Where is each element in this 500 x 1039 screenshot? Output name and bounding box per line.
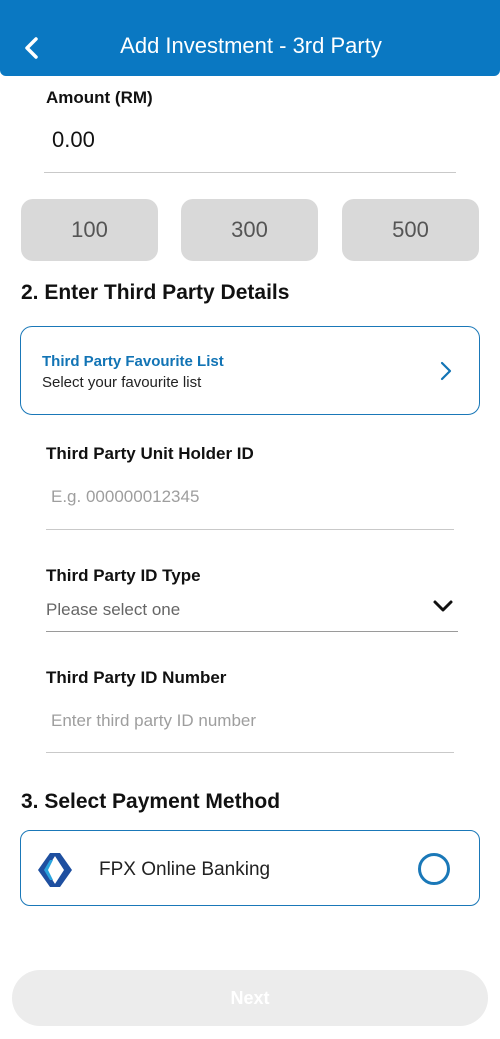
amount-input[interactable]: 0.00 — [52, 127, 95, 153]
unit-holder-label: Third Party Unit Holder ID — [46, 444, 254, 463]
next-button[interactable]: Next — [12, 970, 488, 1026]
payment-method-fpx[interactable]: FPX Online Banking — [20, 830, 480, 906]
unit-holder-input[interactable]: E.g. 000000012345 — [51, 487, 199, 507]
chevron-down-icon[interactable] — [431, 594, 455, 618]
chevron-right-icon — [440, 361, 452, 381]
unit-holder-underline — [46, 529, 454, 530]
quick-amount-100-button[interactable]: 100 — [21, 199, 158, 261]
id-number-label: Third Party ID Number — [46, 668, 227, 687]
amount-label: Amount (RM) — [46, 88, 153, 107]
id-type-label: Third Party ID Type — [46, 566, 201, 585]
payment-method-label: FPX Online Banking — [99, 859, 271, 880]
favourite-list-subtitle: Select your favourite list — [42, 374, 202, 391]
page-title: Add Investment - 3rd Party — [120, 33, 382, 58]
quick-amount-500-button[interactable]: 500 — [342, 199, 479, 261]
id-number-underline — [46, 752, 454, 753]
payment-method-radio[interactable] — [418, 853, 450, 885]
amount-underline — [44, 172, 456, 173]
id-type-select[interactable]: Please select one — [46, 600, 180, 620]
favourite-list-title: Third Party Favourite List — [42, 353, 224, 370]
id-type-underline — [46, 631, 458, 632]
fpx-logo-icon — [38, 853, 72, 887]
section-title-payment: 3. Select Payment Method — [21, 790, 281, 813]
quick-amount-300-button[interactable]: 300 — [181, 199, 318, 261]
favourite-list-card[interactable]: Third Party Favourite List Select your f… — [20, 326, 480, 415]
id-number-input[interactable]: Enter third party ID number — [51, 711, 256, 731]
section-title-third-party: 2. Enter Third Party Details — [21, 281, 290, 304]
app-bar: Add Investment - 3rd Party — [0, 0, 500, 76]
